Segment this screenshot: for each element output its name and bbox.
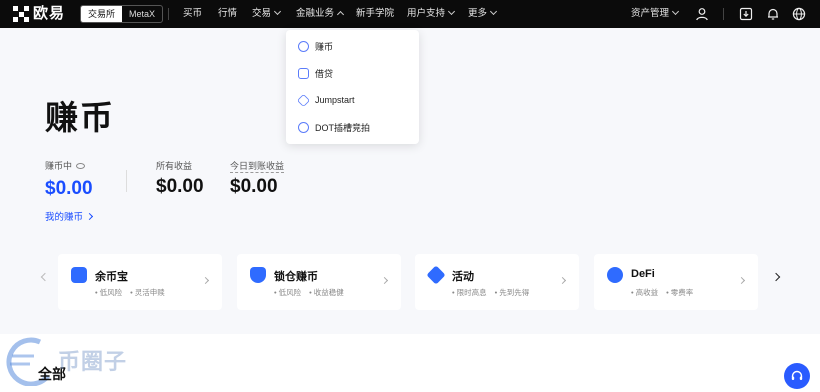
mode-switch: 交易所 MetaX [80,5,164,23]
nav-learn[interactable]: 新手学院 [356,0,394,28]
stat-divider [126,170,127,192]
download-icon[interactable] [738,6,754,22]
chevron-up-icon [336,10,345,19]
carousel-next-button[interactable] [771,272,781,282]
auction-icon [298,121,309,133]
page-title: 赚币 [45,99,115,136]
dropdown-item-loan[interactable]: 借贷 [298,63,333,83]
nav-more[interactable]: 更多 [468,0,498,28]
my-earn-link[interactable]: 我的赚币 [45,209,94,223]
chevron-down-icon [447,7,456,16]
earning-value: $0.00 [45,178,93,199]
dropdown-item-jumpstart[interactable]: Jumpstart [296,90,355,110]
product-card-defi[interactable]: DeFi 高收益零费率 [594,254,758,310]
nav-support[interactable]: 用户支持 [407,0,456,28]
eye-icon[interactable] [76,163,86,169]
user-icon[interactable] [694,6,710,22]
total-earnings-label: 所有收益 [156,161,193,171]
nav-buy[interactable]: 买币 [183,0,202,28]
chevron-down-icon [489,7,498,16]
dropdown-item-earn[interactable]: 赚币 [298,36,333,56]
earning-label: 赚币中 [45,159,86,172]
defi-icon [607,267,623,283]
top-nav: 欧易 交易所 MetaX 买币 行情 交易 金融业务 新手学院 用户支持 更多 … [0,0,820,28]
bell-icon[interactable] [765,6,781,22]
chevron-right-icon [558,276,567,285]
jumpstart-icon [296,93,311,107]
mode-exchange-tab[interactable]: 交易所 [81,6,123,22]
wallet-box-icon [71,267,87,283]
today-earnings-label[interactable]: 今日到账收益 [230,159,285,173]
product-card-savings[interactable]: 余币宝 低风险灵活申赎 [58,254,222,310]
brand-logo[interactable]: 欧易 [13,6,65,22]
nav-assets[interactable]: 资产管理 [631,0,680,28]
badge-percent-icon [426,265,446,285]
nav-trade[interactable]: 交易 [252,0,282,28]
headset-icon [791,370,803,380]
finance-dropdown-menu: 赚币 借贷 Jumpstart DOT插槽竞拍 [286,30,419,144]
chevron-down-icon [273,7,282,16]
coin-icon [298,40,309,52]
chevron-right-icon [85,212,94,221]
nav-divider [723,8,724,20]
nav-markets[interactable]: 行情 [218,0,237,28]
lock-icon [250,267,266,283]
today-earnings-value: $0.00 [230,176,278,197]
chevron-right-icon [201,276,210,285]
mode-wallet-tab[interactable]: MetaX [122,6,162,22]
brand-name: 欧易 [33,5,66,22]
total-earnings-value: $0.00 [156,176,204,197]
chevron-down-icon [671,7,680,16]
loan-icon [298,67,309,79]
dropdown-item-dot-auction[interactable]: DOT插槽竞拍 [298,117,370,137]
nav-divider [168,8,169,20]
customer-support-button[interactable] [784,363,810,389]
product-card-staking[interactable]: 锁仓赚币 低风险收益稳健 [237,254,401,310]
chevron-right-icon [380,276,389,285]
product-card-events[interactable]: 活动 限时高息先到先得 [415,254,579,310]
okx-logo-icon [13,6,29,22]
watermark-text: 币圈子 [58,349,128,374]
carousel-prev-button[interactable] [40,272,50,282]
globe-icon[interactable] [791,6,807,22]
chevron-right-icon [737,276,746,285]
nav-finance[interactable]: 金融业务 [296,0,345,28]
